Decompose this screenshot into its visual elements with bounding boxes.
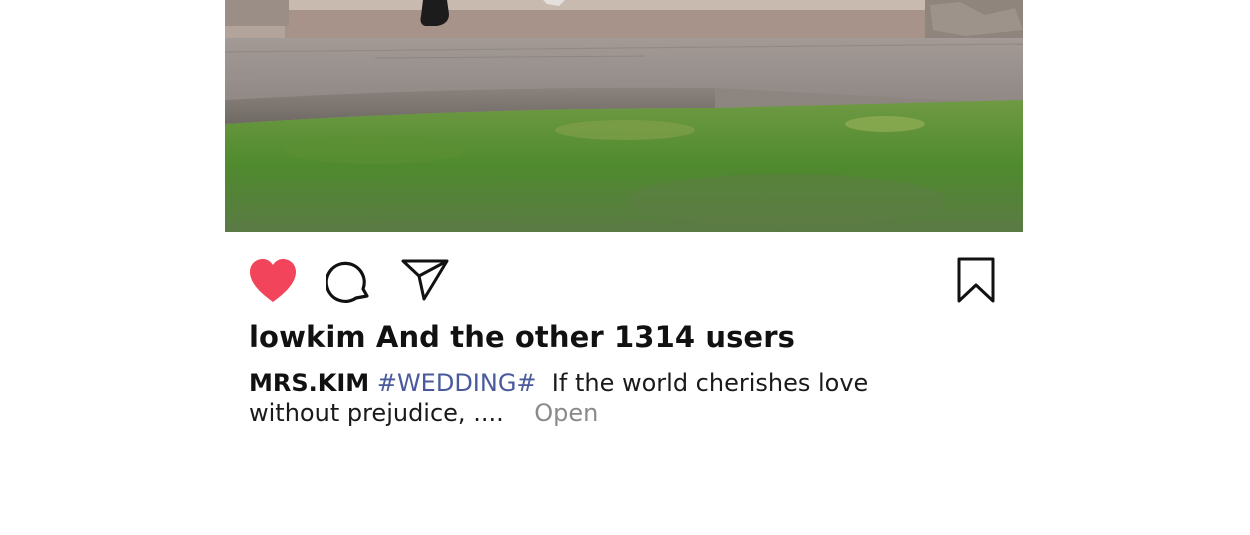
- save-button[interactable]: [956, 256, 996, 304]
- heart-icon: [250, 259, 296, 302]
- caption-author[interactable]: MRS.KIM: [249, 369, 369, 397]
- post-caption: MRS.KIM #WEDDING# If the world cherishes…: [249, 368, 949, 428]
- likes-count[interactable]: lowkim And the other 1314 users: [249, 320, 795, 354]
- comment-button[interactable]: [324, 258, 372, 304]
- post-photo[interactable]: [225, 0, 1023, 232]
- like-button[interactable]: [248, 258, 298, 304]
- comment-bubble-icon: [324, 261, 369, 303]
- bookmark-icon: [957, 257, 995, 303]
- caption-hashtag[interactable]: #WEDDING#: [377, 369, 537, 397]
- post-card: lowkim And the other 1314 users MRS.KIM …: [0, 0, 1250, 535]
- caption-open-link[interactable]: Open: [534, 399, 598, 427]
- send-icon: [401, 259, 449, 301]
- share-button[interactable]: [401, 258, 449, 302]
- post-photo-image: [225, 0, 1023, 232]
